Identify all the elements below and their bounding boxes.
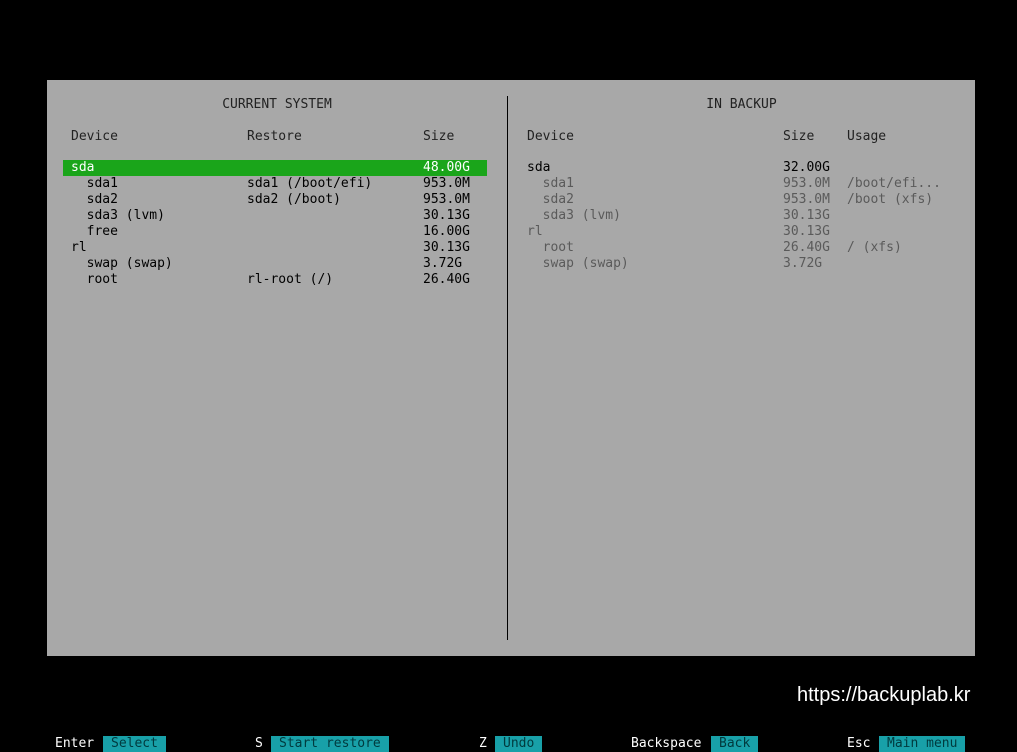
- device-size: 32.00G: [783, 160, 830, 175]
- device-name: sda1: [527, 176, 574, 191]
- device-size: 3.72G: [423, 256, 463, 271]
- backup-size-header: Size: [783, 129, 815, 144]
- device-size: 30.13G: [783, 224, 830, 239]
- current-device-row[interactable]: free 16.00G: [63, 224, 487, 240]
- device-name: free: [71, 224, 118, 239]
- device-name: sda2: [71, 192, 118, 207]
- current-system-heading: CURRENT SYSTEM: [222, 97, 332, 112]
- footer-action-back[interactable]: Back: [711, 736, 759, 752]
- footer-key-label: Enter: [55, 736, 95, 751]
- device-size: 30.13G: [423, 208, 470, 223]
- device-size: 26.40G: [423, 272, 470, 287]
- current-device-row[interactable]: sda 48.00G: [63, 160, 487, 176]
- device-size: 30.13G: [423, 240, 470, 255]
- device-name: sda3 (lvm): [527, 208, 621, 223]
- backup-device-row: sda1 953.0M/boot/efi...: [519, 176, 959, 192]
- watermark: https://backuplab.kr: [797, 684, 971, 706]
- current-device-row[interactable]: swap (swap) 3.72G: [63, 256, 487, 272]
- device-name: swap (swap): [71, 256, 173, 271]
- restore-target: sda2 (/boot): [247, 192, 341, 207]
- footer-key-label: Backspace: [631, 736, 702, 751]
- device-name: rl: [71, 240, 87, 255]
- restore-target: sda1 (/boot/efi): [247, 176, 373, 191]
- backup-device-row: rl 30.13G: [519, 224, 959, 240]
- backup-device-row: swap (swap) 3.72G: [519, 256, 959, 272]
- current-device-row[interactable]: sda1 sda1 (/boot/efi) 953.0M: [63, 176, 487, 192]
- backup-device-row: root 26.40G / (xfs): [519, 240, 959, 256]
- footer-action-undo[interactable]: Undo: [495, 736, 543, 752]
- panel-divider: [507, 96, 508, 640]
- device-size: 953.0M: [423, 176, 470, 191]
- current-device-row[interactable]: sda2 sda2 (/boot) 953.0M: [63, 192, 487, 208]
- backup-device-row: sda 32.00G: [519, 160, 959, 176]
- device-name: sda1: [71, 176, 118, 191]
- device-size: 26.40G: [783, 240, 830, 255]
- backup-device-row: sda3 (lvm) 30.13G: [519, 208, 959, 224]
- backup-device-header: Device: [527, 129, 574, 144]
- device-name: swap (swap): [527, 256, 629, 271]
- device-size: 953.0M: [423, 192, 470, 207]
- device-name: root: [71, 272, 118, 287]
- current-device-row[interactable]: sda3 (lvm) 30.13G: [63, 208, 487, 224]
- current-device-row[interactable]: root rl-root (/) 26.40G: [63, 272, 487, 288]
- footer-action-select[interactable]: Select: [103, 736, 166, 752]
- restore-target: rl-root (/): [247, 272, 334, 287]
- footer-key-label: Z: [479, 736, 487, 751]
- device-size: 953.0M: [783, 176, 830, 191]
- device-name: sda: [527, 160, 551, 175]
- device-size: 16.00G: [423, 224, 470, 239]
- device-name: rl: [527, 224, 543, 239]
- device-name: sda2: [527, 192, 574, 207]
- in-backup-heading: IN BACKUP: [706, 97, 777, 112]
- footer-key-label: S: [255, 736, 263, 751]
- footer-action-start-restore[interactable]: Start restore: [271, 736, 389, 752]
- current-restore-header: Restore: [247, 129, 302, 144]
- device-name: root: [527, 240, 574, 255]
- device-size: 953.0M: [783, 192, 830, 207]
- device-usage: /boot (xfs): [847, 192, 934, 207]
- device-usage: /boot/efi...: [847, 176, 941, 191]
- current-device-header: Device: [71, 129, 118, 144]
- backup-usage-header: Usage: [847, 129, 887, 144]
- device-name: sda: [71, 160, 95, 175]
- footer-keybar: Enter Select S Start restore Z Undo Backspace B…: [0, 736, 1017, 752]
- device-usage: / (xfs): [847, 240, 902, 255]
- current-size-header: Size: [423, 129, 455, 144]
- footer-key-label: Esc: [847, 736, 871, 751]
- device-size: 48.00G: [423, 160, 470, 175]
- device-size: 30.13G: [783, 208, 830, 223]
- current-device-row[interactable]: rl 30.13G: [63, 240, 487, 256]
- device-size: 3.72G: [783, 256, 823, 271]
- backup-device-row: sda2 953.0M/boot (xfs): [519, 192, 959, 208]
- restore-panel: CURRENT SYSTEM IN BACKUP Device Restore …: [47, 80, 975, 656]
- footer-action-main-menu[interactable]: Main menu: [879, 736, 966, 752]
- device-name: sda3 (lvm): [71, 208, 165, 223]
